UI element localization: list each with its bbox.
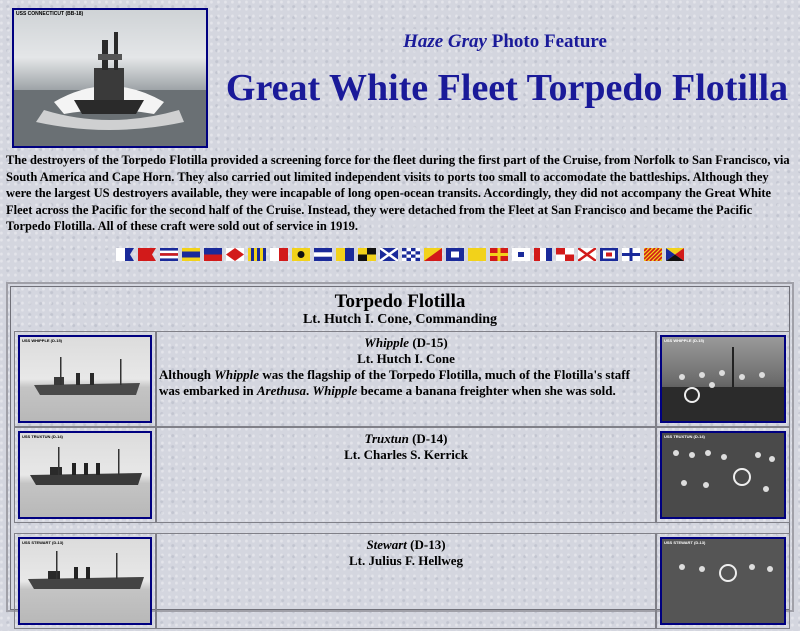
note-text: Although (159, 367, 215, 382)
destroyer-illustration (28, 551, 144, 589)
table-row: USS TRUXTUN (D-14) Truxtun (D-14) Lt. Ch… (14, 427, 790, 525)
ship-photo-cell: USS WHIPPLE (D-15) (14, 331, 156, 427)
photo-caption: USS TRUXTUN (D-14) (664, 434, 705, 439)
ship-commander: Lt. Julius F. Hellweg (348, 553, 463, 568)
signal-flag-t-icon (534, 248, 552, 261)
signal-flag-strip (116, 248, 684, 261)
ship-hull-number: (D-15) (409, 335, 448, 350)
flotilla-table-inner: Torpedo Flotilla Lt. Hutch I. Cone, Comm… (10, 286, 790, 629)
ship-name: Truxtun (D-14) (157, 428, 655, 447)
table-row: USS WHIPPLE (D-15) Whipple (D-15) Lt. Hu… (14, 331, 790, 429)
signal-flag-l-icon (358, 248, 376, 261)
feature-kicker: Haze Gray Photo Feature (300, 31, 710, 53)
signal-flag-b-icon (138, 248, 156, 261)
signal-flag-u-icon (556, 248, 574, 261)
note-ship-name: Whipple (312, 383, 358, 398)
ship-name-italic[interactable]: Stewart (366, 537, 406, 552)
signal-flag-i-icon (292, 248, 310, 261)
crew-photo[interactable]: USS STEWART (D-13) (660, 537, 786, 625)
battleship-photo[interactable]: USS CONNECTICUT (BB-18) (12, 8, 208, 148)
battleship-illustration (14, 32, 206, 146)
signal-flag-k-icon (336, 248, 354, 261)
ship-hull-number: (D-13) (406, 537, 446, 552)
signal-flag-f-icon (226, 248, 244, 261)
ship-commander: Lt. Charles S. Kerrick (344, 447, 468, 462)
signal-flag-g-icon (248, 248, 266, 261)
ship-name: Stewart (D-13) (157, 534, 655, 553)
crew-illustration (662, 539, 784, 623)
photo-caption: USS TRUXTUN (D-14) (22, 434, 63, 439)
photo-caption: USS WHIPPLE (D-15) (664, 338, 705, 343)
signal-flag-h-icon (270, 248, 288, 261)
flotilla-commander: Lt. Hutch I. Cone, Commanding (302, 312, 498, 327)
ship-info-cell: Whipple (D-15) Lt. Hutch I. Cone Althoug… (156, 331, 656, 427)
ship-name-italic[interactable]: Whipple (364, 335, 409, 350)
photo-caption: USS STEWART (D-13) (22, 540, 64, 545)
note-ship-name: Arethusa (256, 383, 307, 398)
crew-photo-cell: USS STEWART (D-13) (656, 533, 790, 629)
ship-commander: Lt. Hutch I. Cone (357, 351, 455, 366)
crew-illustration (662, 433, 784, 517)
crew-photo-cell: USS WHIPPLE (D-15) (656, 331, 790, 427)
table-row: USS STEWART (D-13) Stewart (D-13) Lt. Ju… (14, 533, 790, 631)
ship-photo-cell: USS TRUXTUN (D-14) (14, 427, 156, 523)
flotilla-table: Torpedo Flotilla Lt. Hutch I. Cone, Comm… (6, 282, 794, 629)
photo-caption: USS CONNECTICUT (BB-18) (16, 11, 84, 17)
photo-caption: USS WHIPPLE (D-15) (22, 338, 63, 343)
destroyer-illustration (34, 357, 140, 395)
signal-flag-a-icon (116, 248, 134, 261)
photo-caption: USS STEWART (D-13) (664, 540, 706, 545)
ship-name-italic[interactable]: Truxtun (365, 431, 409, 446)
signal-flag-q-icon (468, 248, 486, 261)
ship-info-cell: Stewart (D-13) Lt. Julius F. Hellweg (156, 533, 656, 629)
signal-flag-w-icon (600, 248, 618, 261)
signal-flag-z-icon (666, 248, 684, 261)
signal-flag-s-icon (512, 248, 530, 261)
ship-photo[interactable]: USS WHIPPLE (D-15) (18, 335, 152, 423)
ship-photo-cell: USS STEWART (D-13) (14, 533, 156, 629)
ship-photo[interactable]: USS STEWART (D-13) (18, 537, 152, 625)
flotilla-title: Torpedo Flotilla (334, 291, 466, 312)
ship-name: Whipple (D-15) (157, 332, 655, 351)
signal-flag-p-icon (446, 248, 464, 261)
crew-illustration (662, 347, 784, 421)
page-title: Great White Fleet Torpedo Flotilla (225, 67, 789, 109)
ship-info-cell: Truxtun (D-14) Lt. Charles S. Kerrick (156, 427, 656, 523)
crew-photo[interactable]: USS TRUXTUN (D-14) (660, 431, 786, 519)
signal-flag-y-icon (644, 248, 662, 261)
ship-photo[interactable]: USS TRUXTUN (D-14) (18, 431, 152, 519)
signal-flag-x-icon (622, 248, 640, 261)
kicker-rest: Photo Feature (486, 31, 607, 52)
note-text: became a banana freighter when she was s… (357, 383, 616, 398)
signal-flag-j-icon (314, 248, 332, 261)
signal-flag-c-icon (160, 248, 178, 261)
crew-photo[interactable]: USS WHIPPLE (D-15) (660, 335, 786, 423)
signal-flag-e-icon (204, 248, 222, 261)
destroyer-illustration (30, 447, 142, 485)
kicker-italic: Haze Gray (403, 31, 487, 52)
intro-paragraph: The destroyers of the Torpedo Flotilla p… (6, 153, 790, 233)
signal-flag-r-icon (490, 248, 508, 261)
signal-flag-d-icon (182, 248, 200, 261)
note-ship-name: Whipple (214, 367, 260, 382)
crew-photo-cell: USS TRUXTUN (D-14) (656, 427, 790, 523)
signal-flag-m-icon (380, 248, 398, 261)
signal-flag-v-icon (578, 248, 596, 261)
signal-flag-o-icon (424, 248, 442, 261)
ship-hull-number: (D-14) (408, 431, 448, 446)
signal-flag-n-icon (402, 248, 420, 261)
ship-note: Although Whipple was the flagship of the… (157, 367, 655, 399)
